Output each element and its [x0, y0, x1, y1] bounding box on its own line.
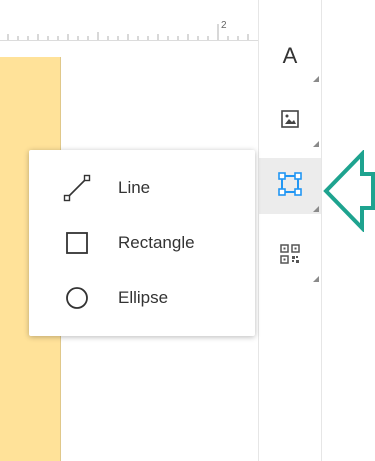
image-icon: [280, 109, 300, 134]
shape-menu-item-rectangle[interactable]: Rectangle: [29, 216, 255, 270]
submenu-indicator: [313, 76, 319, 82]
shape-menu-item-ellipse[interactable]: Ellipse: [29, 271, 255, 325]
text-icon: A: [282, 43, 298, 68]
shape-menu-item-label: Rectangle: [118, 233, 195, 252]
line-icon: [62, 173, 92, 203]
insert-toolbar: A: [258, 0, 322, 461]
pointer-arrow-icon: [323, 150, 375, 232]
shape-tool-button[interactable]: [259, 158, 321, 214]
text-tool-button[interactable]: A: [259, 28, 321, 84]
submenu-indicator: [313, 276, 319, 282]
ruler: 2: [0, 20, 258, 41]
shape-menu-item-label: Ellipse: [118, 288, 169, 307]
submenu-indicator: [313, 206, 319, 212]
ellipse-icon: [62, 283, 92, 313]
ruler-ticks: [7, 24, 249, 40]
qr-code-tool-button[interactable]: [259, 228, 321, 284]
shape-menu: Line Rectangle Ellipse: [29, 150, 255, 336]
shape-menu-item-label: Line: [118, 178, 151, 197]
shape-menu-item-line[interactable]: Line: [29, 161, 255, 215]
submenu-indicator: [313, 141, 319, 147]
qr-code-icon: [280, 243, 300, 269]
image-tool-button[interactable]: [259, 93, 321, 149]
ruler-number: 2: [221, 20, 227, 31]
rectangle-icon: [62, 228, 92, 258]
shape-icon: [277, 171, 303, 202]
